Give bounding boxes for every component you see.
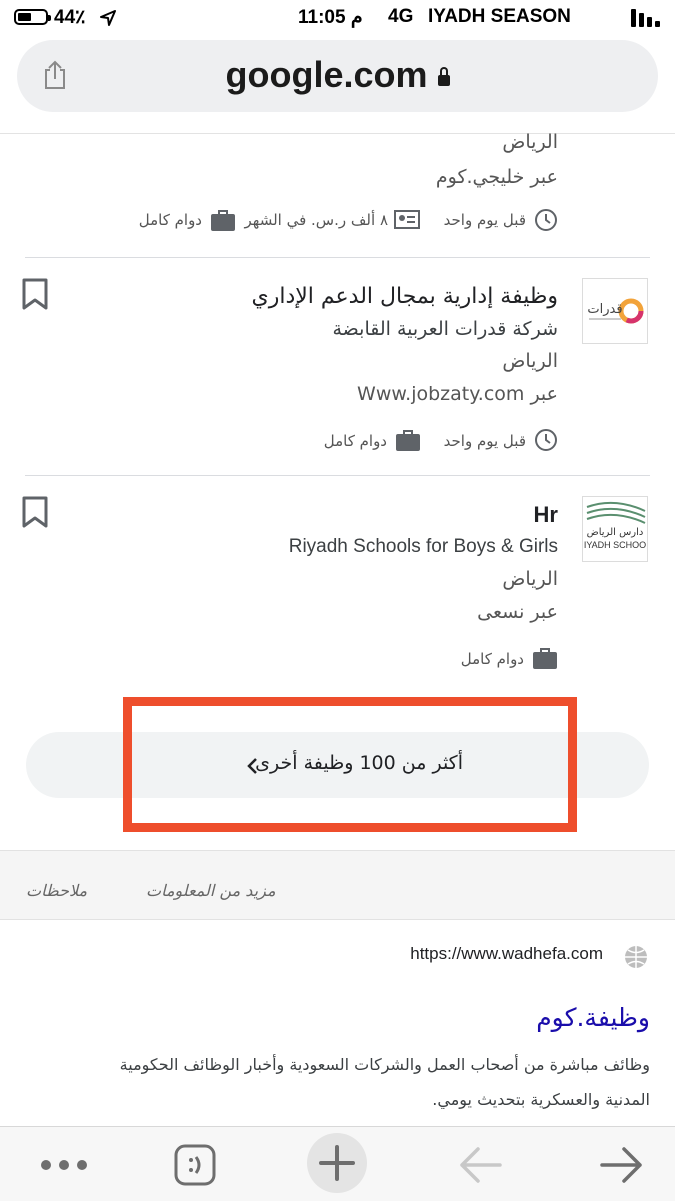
job-location: الرياض	[502, 131, 558, 153]
company-logo: قدرات	[582, 278, 648, 344]
battery-icon	[14, 9, 51, 25]
company-logo: دارس الرياض IYADH SCHOO	[582, 496, 648, 562]
job-card[interactable]: دارس الرياض IYADH SCHOO Hr Riyadh School…	[0, 476, 675, 691]
bookmark-icon[interactable]	[22, 496, 48, 528]
more-info-link[interactable]: مزيد من المعلومات	[146, 881, 276, 900]
divider	[0, 133, 675, 134]
feedback-link[interactable]: ملاحظات	[26, 881, 87, 900]
job-location: الرياض	[502, 350, 558, 372]
address-bar[interactable]: google.com	[17, 40, 658, 112]
url-text: google.com	[225, 54, 428, 95]
job-salary: ٨ ألف ر.س. في الشهر	[244, 211, 388, 229]
info-band: مزيد من المعلومات ملاحظات	[0, 850, 675, 920]
highlight-box	[123, 697, 577, 832]
job-type: دوام كامل	[460, 650, 524, 668]
briefcase-icon	[533, 648, 557, 669]
tabs-icon[interactable]	[174, 1144, 216, 1186]
job-type: دوام كامل	[323, 432, 387, 450]
job-posted: قبل يوم واحد	[443, 432, 526, 450]
browser-toolbar	[0, 1126, 675, 1201]
new-tab-plus-icon	[319, 1145, 355, 1181]
job-type: دوام كامل	[138, 211, 202, 229]
battery-percent: 44٪	[54, 7, 86, 28]
job-location: الرياض	[502, 568, 558, 590]
job-card[interactable]: قدرات وظيفة إدارية بمجال الدعم الإداري ش…	[0, 258, 675, 476]
salary-icon	[394, 210, 420, 229]
globe-icon	[625, 946, 647, 968]
result-snippet-line1: وظائف مباشرة من أصحاب العمل والشركات الس…	[119, 1055, 650, 1074]
clock-icon	[535, 429, 557, 451]
forward-arrow-icon[interactable]	[600, 1145, 644, 1185]
result-snippet-line2: المدنية والعسكرية بتحديث يومي.	[432, 1090, 650, 1109]
signal-icon	[631, 9, 661, 27]
job-source: عبر نسعى	[477, 601, 558, 623]
job-posted: قبل يوم واحد	[443, 211, 526, 229]
carrier-name: IYADH SEASON	[428, 6, 571, 27]
job-source: عبر Www.jobzaty.com	[357, 383, 558, 405]
logo-text: قدرات	[587, 302, 622, 317]
job-title[interactable]: Hr	[534, 502, 558, 528]
new-tab-button[interactable]	[307, 1133, 367, 1193]
back-arrow-icon[interactable]	[458, 1145, 502, 1185]
briefcase-icon	[211, 210, 235, 231]
job-title[interactable]: وظيفة إدارية بمجال الدعم الإداري	[251, 284, 558, 309]
clock-time: 11:05 م	[298, 7, 363, 28]
more-dots-icon[interactable]	[40, 1159, 88, 1171]
job-source: عبر خليجي.كوم	[435, 166, 558, 188]
result-url[interactable]: https://www.wadhefa.com	[410, 944, 603, 964]
status-bar: 44٪ 11:05 م 4G IYADH SEASON	[0, 0, 675, 36]
bookmark-icon[interactable]	[22, 278, 48, 310]
logo-text-en: IYADH SCHOO	[584, 540, 646, 550]
lock-icon	[437, 67, 450, 86]
company-name: Riyadh Schools for Boys & Girls	[288, 536, 558, 557]
location-arrow-icon	[100, 10, 116, 26]
logo-text-ar: دارس الرياض	[587, 527, 644, 538]
company-name: شركة قدرات العربية القابضة	[332, 318, 559, 340]
job-meta-row: قبل يوم واحد ٨ ألف ر.س. في الشهر دوام كا…	[58, 207, 558, 235]
briefcase-icon	[396, 430, 420, 451]
network-type: 4G	[388, 6, 414, 27]
result-title[interactable]: وظيفة.كوم	[536, 1003, 650, 1032]
clock-icon	[535, 209, 557, 231]
